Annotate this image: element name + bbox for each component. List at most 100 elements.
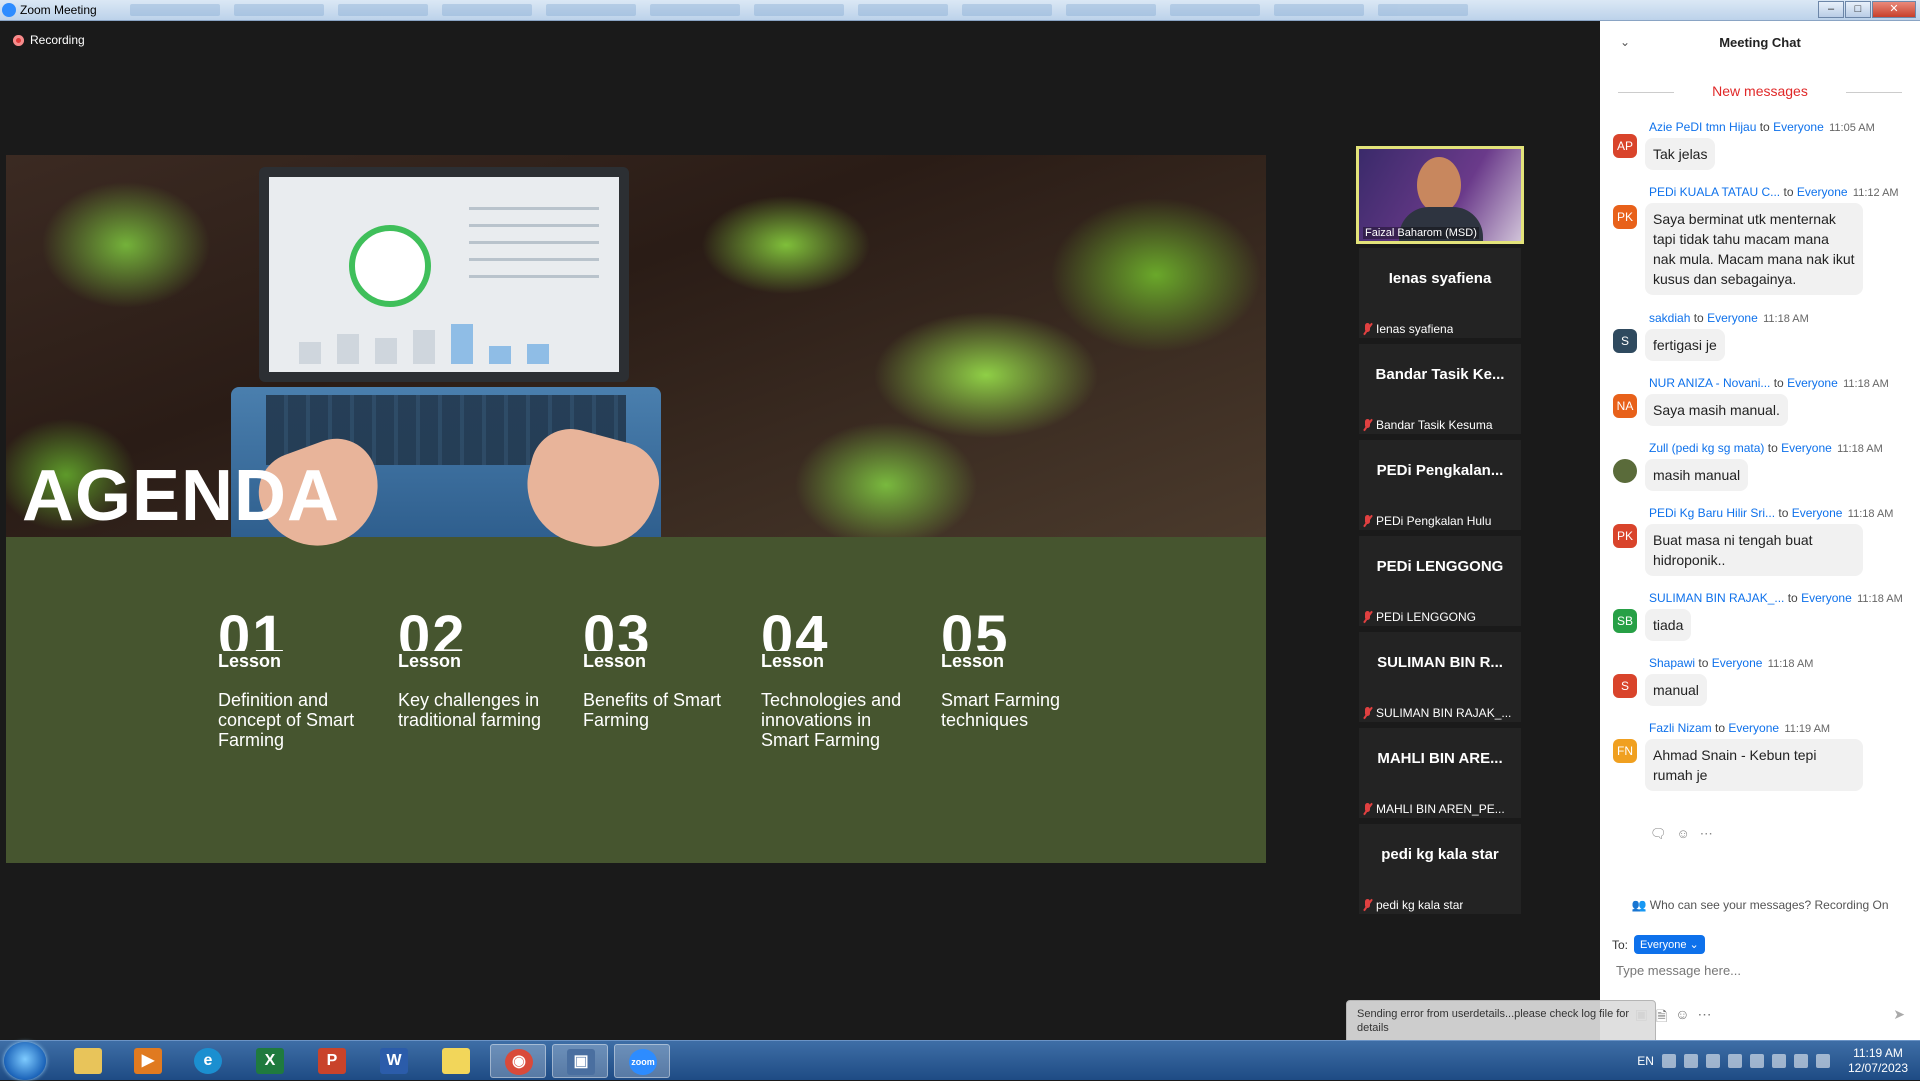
printer-icon[interactable] xyxy=(1727,1054,1742,1068)
taskbar-edge[interactable]: e xyxy=(180,1044,236,1078)
mic-muted-icon xyxy=(1363,803,1372,815)
recording-label: Recording xyxy=(30,33,85,47)
flag-icon[interactable] xyxy=(1771,1054,1786,1068)
taskbar-media-player[interactable]: ▶ xyxy=(120,1044,176,1078)
minimize-button[interactable]: – xyxy=(1818,1,1844,18)
slide-title: AGENDA xyxy=(22,456,341,536)
error-notification[interactable]: Sending error from userdetails...please … xyxy=(1346,1000,1656,1044)
participant-display-name: SULIMAN BIN R... xyxy=(1377,654,1503,671)
meeting-chat-panel: ⌄ Meeting Chat New messages AP Azie PeDI… xyxy=(1600,21,1920,1040)
message-bubble: Ahmad Snain - Kebun tepi rumah je xyxy=(1645,739,1863,791)
participant-name: pedi kg kala star xyxy=(1376,898,1464,912)
participant-tile[interactable]: SULIMAN BIN R... SULIMAN BIN RAJAK_... xyxy=(1359,632,1521,722)
message-time: 11:18 AM xyxy=(1837,443,1883,455)
recording-indicator[interactable]: Recording xyxy=(13,33,85,47)
participant-tile[interactable]: PEDi LENGGONG PEDi LENGGONG xyxy=(1359,536,1521,626)
bluetooth-icon[interactable] xyxy=(1749,1054,1764,1068)
send-icon[interactable]: ➤ xyxy=(1893,1006,1905,1030)
taskbar-remote-desktop[interactable]: ▣ xyxy=(552,1044,608,1078)
message-recipient[interactable]: Everyone xyxy=(1801,591,1852,605)
message-recipient[interactable]: Everyone xyxy=(1781,441,1832,455)
message-sender[interactable]: Azie PeDI tmn Hijau xyxy=(1649,120,1756,134)
emoji-icon[interactable]: ☺ xyxy=(1677,826,1690,842)
maximize-button[interactable]: □ xyxy=(1845,1,1871,18)
mic-muted-icon xyxy=(1363,899,1372,911)
message-sender[interactable]: sakdiah xyxy=(1649,311,1690,325)
people-icon: 👥 xyxy=(1631,898,1647,912)
lesson-item: 04 Lesson Technologies and innovations i… xyxy=(761,609,921,750)
lesson-number: 03 xyxy=(583,609,652,651)
taskbar-folder[interactable] xyxy=(60,1044,116,1078)
message-time: 11:18 AM xyxy=(1767,658,1814,670)
lesson-text: Definition and concept of Smart Farming xyxy=(218,690,355,750)
message-recipient[interactable]: Everyone xyxy=(1797,185,1848,199)
recipient-dropdown[interactable]: Everyone ⌄ xyxy=(1634,935,1705,954)
new-messages-divider: New messages xyxy=(1600,83,1920,99)
chat-recipient-row: To: Everyone ⌄ xyxy=(1612,935,1705,954)
message-sender[interactable]: SULIMAN BIN RAJAK_... xyxy=(1649,591,1784,605)
participant-tile[interactable]: MAHLI BIN ARE... MAHLI BIN AREN_PE... xyxy=(1359,728,1521,818)
message-time: 11:18 AM xyxy=(1843,378,1889,390)
message-recipient[interactable]: Everyone xyxy=(1707,311,1758,325)
record-icon xyxy=(13,34,24,46)
taskbar-word[interactable]: W xyxy=(366,1044,422,1078)
participant-display-name: MAHLI BIN ARE... xyxy=(1377,750,1503,767)
lesson-number: 04 xyxy=(761,609,830,651)
more-icon[interactable]: ⋯ xyxy=(1698,1006,1712,1030)
message-recipient[interactable]: Everyone xyxy=(1792,506,1843,520)
file-icon[interactable]: 🗎 xyxy=(1656,1006,1667,1030)
chat-message-input[interactable]: Type message here... xyxy=(1616,963,1741,978)
message-time: 11:18 AM xyxy=(1763,313,1809,325)
message-sender[interactable]: PEDi KUALA TATAU C... xyxy=(1649,185,1780,199)
taskbar-powerpoint[interactable]: P xyxy=(304,1044,360,1078)
to-label: To: xyxy=(1612,937,1629,952)
message-sender[interactable]: PEDi Kg Baru Hilir Sri... xyxy=(1649,506,1775,520)
message-bubble: masih manual xyxy=(1645,459,1749,491)
start-button[interactable] xyxy=(4,1042,46,1080)
close-button[interactable]: ✕ xyxy=(1872,1,1916,18)
participant-name: Faizal Baharom (MSD) xyxy=(1363,227,1479,239)
reply-icon[interactable]: 🗨 xyxy=(1650,826,1667,842)
message-sender[interactable]: Zull (pedi kg sg mata) xyxy=(1649,441,1764,455)
participant-tile[interactable]: pedi kg kala star pedi kg kala star xyxy=(1359,824,1521,914)
battery-icon[interactable] xyxy=(1793,1054,1808,1068)
shared-screen-slide: AGENDA 01 Lesson Definition and concept … xyxy=(6,155,1266,863)
avatar: PK xyxy=(1613,524,1637,548)
taskbar-clock[interactable]: 11:19 AM 12/07/2023 xyxy=(1848,1046,1908,1076)
participant-display-name: PEDi Pengkalan... xyxy=(1376,462,1504,479)
message-sender[interactable]: Shapawi xyxy=(1649,656,1695,670)
participant-tile[interactable]: PEDi Pengkalan... PEDi Pengkalan Hulu xyxy=(1359,440,1521,530)
taskbar-chrome[interactable]: ◉ xyxy=(490,1044,546,1078)
message-sender[interactable]: Fazli Nizam xyxy=(1649,721,1712,735)
participant-tile[interactable]: Bandar Tasik Ke... Bandar Tasik Kesuma xyxy=(1359,344,1521,434)
system-tray: EN 11:19 AM 12/07/2023 xyxy=(1637,1041,1920,1081)
participant-display-name: PEDi LENGGONG xyxy=(1376,558,1504,575)
message-time: 11:05 AM xyxy=(1829,122,1875,134)
message-recipient[interactable]: Everyone xyxy=(1787,376,1838,390)
zoom-tray-icon[interactable] xyxy=(1661,1054,1676,1068)
avatar: AP xyxy=(1613,134,1637,158)
window-titlebar: Zoom Meeting – □ ✕ xyxy=(0,0,1920,21)
security-icon[interactable] xyxy=(1705,1054,1720,1068)
active-speaker-video[interactable]: Faizal Baharom (MSD) xyxy=(1356,146,1524,244)
window-controls: – □ ✕ xyxy=(1818,1,1916,18)
avatar: SB xyxy=(1613,609,1637,633)
chat-privacy-note[interactable]: 👥 Who can see your messages? Recording O… xyxy=(1600,898,1920,912)
volume-icon[interactable] xyxy=(1815,1054,1830,1068)
network-icon[interactable] xyxy=(1683,1054,1698,1068)
message-recipient[interactable]: Everyone xyxy=(1773,120,1824,134)
message-recipient[interactable]: Everyone xyxy=(1728,721,1779,735)
language-indicator[interactable]: EN xyxy=(1637,1054,1654,1068)
message-time: 11:19 AM xyxy=(1784,723,1831,735)
taskbar-zoom[interactable]: zoom xyxy=(614,1044,670,1078)
message-recipient[interactable]: Everyone xyxy=(1712,656,1763,670)
emoji-icon[interactable]: ☺ xyxy=(1675,1006,1689,1030)
taskbar-sticky-notes[interactable] xyxy=(428,1044,484,1078)
sticky-notes-icon xyxy=(442,1048,470,1074)
participant-display-name: Bandar Tasik Ke... xyxy=(1375,366,1505,383)
message-sender[interactable]: NUR ANIZA - Novani... xyxy=(1649,376,1770,390)
participant-tile[interactable]: Ienas syafiena Ienas syafiena xyxy=(1359,248,1521,338)
more-icon[interactable]: ⋯ xyxy=(1700,826,1713,842)
mic-muted-icon xyxy=(1363,707,1372,719)
taskbar-excel[interactable]: X xyxy=(242,1044,298,1078)
